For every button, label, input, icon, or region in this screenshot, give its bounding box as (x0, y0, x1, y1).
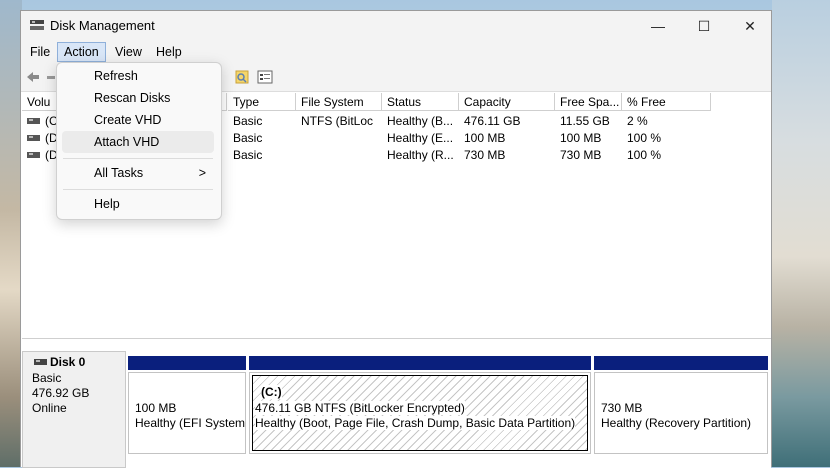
partition-size: 476.11 GB NTFS (BitLocker Encrypted) (255, 401, 465, 415)
menu-item-create-vhd[interactable]: Create VHD (62, 109, 214, 131)
menu-item-refresh[interactable]: Refresh (62, 65, 214, 87)
cell-file-system: NTFS (BitLoc (301, 114, 374, 128)
volume-icon (27, 152, 40, 158)
column-header-free-space[interactable]: Free Spa... (555, 93, 622, 111)
column-header-capacity[interactable]: Capacity (459, 93, 555, 111)
partition-status: Healthy (EFI System (135, 416, 246, 430)
cell-file-system (296, 147, 382, 164)
menu-view[interactable]: View (109, 43, 148, 61)
menu-item-all-tasks[interactable]: All Tasks > (62, 162, 214, 184)
window-title: Disk Management (50, 18, 155, 33)
menu-separator (63, 158, 213, 159)
disk-type: Basic (32, 371, 62, 385)
partition-recovery[interactable]: 730 MB Healthy (Recovery Partition) (594, 372, 768, 454)
partition-header-bar (594, 356, 768, 370)
menu-file[interactable]: File (24, 43, 56, 61)
partition-status: Healthy (Recovery Partition) (601, 416, 752, 430)
cell-type: Basic (233, 148, 263, 162)
action-menu-dropdown: Refresh Rescan Disks Create VHD Attach V… (56, 62, 222, 220)
column-header-percent-free[interactable]: % Free (622, 93, 711, 111)
disk-graphical-view: Disk 0 Basic 476.92 GB Online 100 MB Hea… (22, 341, 771, 468)
disk-management-app-icon (30, 20, 44, 30)
submenu-arrow-icon: > (198, 166, 206, 180)
cell-free-space: 100 MB (560, 131, 602, 145)
cell-status: Healthy (B... (387, 114, 454, 128)
cell-free-space: 730 MB (560, 148, 602, 162)
close-button[interactable]: ✕ (727, 11, 773, 41)
cell-percent-free: 2 % (627, 114, 648, 128)
cell-capacity: 476.11 GB (464, 114, 521, 128)
properties-icon[interactable] (257, 69, 273, 85)
column-header-status[interactable]: Status (382, 93, 459, 111)
column-header-type[interactable]: Type (228, 93, 296, 111)
maximize-icon: ☐ (697, 17, 711, 34)
cell-status: Healthy (R... (387, 148, 454, 162)
disk-size: 476.92 GB (32, 386, 90, 400)
disk-name: Disk 0 (50, 355, 86, 369)
all-tasks-label: All Tasks (94, 166, 144, 180)
menu-bar: File Action View Help (21, 41, 771, 63)
menu-help[interactable]: Help (150, 43, 188, 61)
menu-item-rescan-disks[interactable]: Rescan Disks (62, 87, 214, 109)
cell-type: Basic (233, 131, 263, 145)
desktop-background-left (0, 0, 22, 467)
column-header-file-system[interactable]: File System (296, 93, 382, 111)
minimize-button[interactable]: — (635, 11, 681, 41)
back-arrow-icon[interactable] (25, 69, 41, 85)
disk-0-label[interactable]: Disk 0 Basic 476.92 GB Online (22, 351, 126, 468)
volume-icon (27, 135, 40, 141)
partition-status: Healthy (Boot, Page File, Crash Dump, Ba… (255, 416, 576, 430)
maximize-button[interactable]: ☐ (681, 11, 727, 41)
minimize-icon: — (651, 18, 665, 34)
close-icon: ✕ (744, 17, 756, 34)
disk-state: Online (32, 401, 67, 415)
title-bar: Disk Management — ☐ ✕ (21, 11, 771, 41)
cell-free-space: 11.55 GB (560, 114, 610, 128)
volume-icon (27, 118, 40, 124)
partition-label: (C:) (261, 385, 282, 399)
menu-separator (63, 189, 213, 190)
cell-percent-free: 100 % (627, 131, 662, 145)
menu-item-attach-vhd[interactable]: Attach VHD (62, 131, 214, 153)
partition-header-bar (128, 356, 246, 370)
cell-file-system (296, 130, 382, 147)
partition-c-drive[interactable]: (C:) 476.11 GB NTFS (BitLocker Encrypted… (249, 372, 591, 454)
disk-icon (34, 359, 47, 365)
menu-action[interactable]: Action (57, 42, 106, 62)
search-volume-icon[interactable] (234, 69, 250, 85)
partition-size: 730 MB (601, 401, 643, 415)
cell-percent-free: 100 % (627, 148, 662, 162)
cell-capacity: 100 MB (464, 131, 506, 145)
desktop-background-right (772, 0, 830, 467)
cell-type: Basic (233, 114, 263, 128)
cell-capacity: 730 MB (464, 148, 506, 162)
partition-efi[interactable]: 100 MB Healthy (EFI System (128, 372, 246, 454)
partition-header-bar (249, 356, 591, 370)
partition-size: 100 MB (135, 401, 177, 415)
menu-item-help[interactable]: Help (62, 193, 214, 215)
cell-status: Healthy (E... (387, 131, 454, 145)
